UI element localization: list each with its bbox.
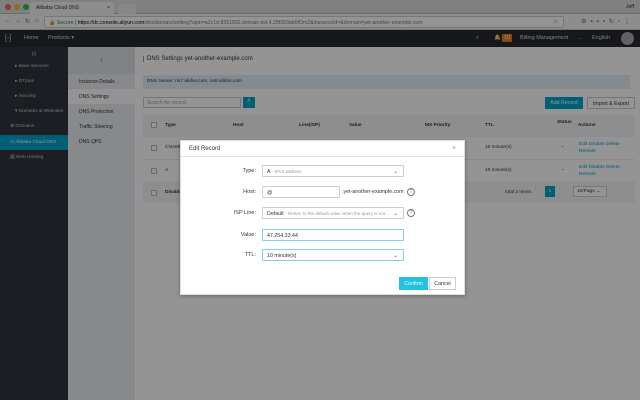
ttl-select[interactable]: 10 minute(s) ⌄ [262,249,404,261]
dialog-title: Edit Record [181,141,464,157]
type-select[interactable]: A - IPV4 address ⌄ [262,165,404,177]
edit-record-dialog: Edit Record × Type: A - IPV4 address ⌄ Ho… [180,140,465,295]
type-value: A [267,169,271,175]
close-icon[interactable]: × [452,145,456,152]
host-input[interactable]: @ [262,186,340,198]
ttl-value: 10 minute(s) [267,253,297,259]
isp-hint: - Return to the default value when the q… [285,211,389,216]
chevron-down-icon: ⌄ [392,253,398,259]
ttl-label: TTL: [244,252,256,258]
help-icon[interactable]: ? [407,209,415,217]
isp-value: Default [267,211,284,217]
type-label: Type: [242,168,256,174]
isp-line-select[interactable]: Default - Return to the default value wh… [262,207,404,219]
value-label: Value: [240,232,256,238]
host-label: Host: [243,189,256,195]
chevron-down-icon: ⌄ [392,211,398,217]
isp-line-label: ISP Line: [233,210,256,216]
value-input[interactable]: 47.254.33.44 [262,229,404,241]
help-icon[interactable]: ? [407,188,415,196]
type-hint: - IPV4 address [271,169,302,174]
confirm-button[interactable]: Confirm [399,277,428,290]
chevron-down-icon: ⌄ [392,169,398,175]
host-suffix: .yet-another-example.com [342,189,404,195]
cancel-button[interactable]: Cancel [429,277,456,290]
